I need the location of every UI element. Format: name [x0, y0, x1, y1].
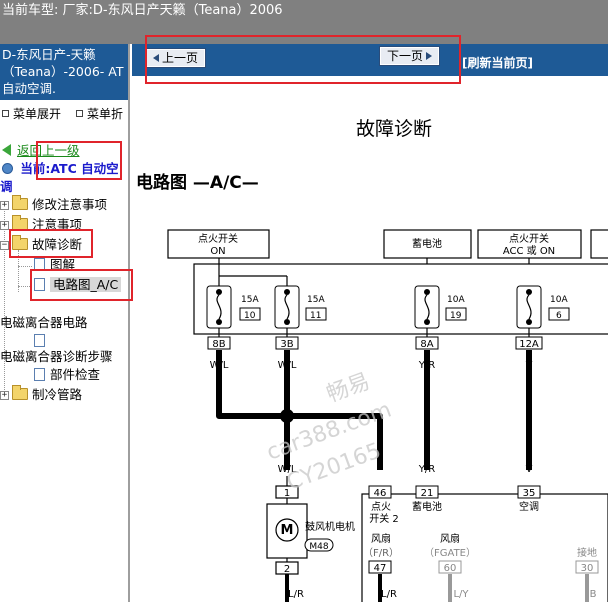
wire-color-label: Y/R [418, 464, 435, 475]
wire-color-label: L/R [381, 589, 397, 600]
document-icon [34, 334, 45, 347]
module-pin-label: 开关 2 [369, 512, 399, 525]
diagram-title: 电路图 —A/C— [136, 173, 259, 193]
fan-fgate-label: 风扇 [440, 532, 460, 545]
ignition-on-label: 点火开关 [198, 232, 238, 245]
current-globe-icon [2, 163, 13, 174]
module-pin: 60 [444, 563, 457, 574]
motor-code: M48 [309, 542, 328, 552]
module-pin: 21 [421, 488, 434, 499]
tree-item-part-check[interactable]: 部件检查 [34, 366, 100, 384]
connector-label: 3B [280, 339, 293, 350]
expand-plus-icon[interactable]: + [0, 201, 9, 210]
watermark-text: 畅易 [324, 369, 374, 408]
model-line1: D-东风日产-天籁 [2, 47, 96, 62]
module-pin: 30 [581, 563, 594, 574]
document-icon [34, 368, 45, 381]
expand-plus-icon[interactable]: + [0, 391, 9, 400]
connector-label: 8B [212, 339, 225, 350]
current-label-cont: 调 [0, 179, 13, 194]
back-arrow-icon [2, 144, 11, 156]
wire-color-label: L/Y [453, 589, 469, 600]
refresh-page-link[interactable]: [刷新当前页] [462, 54, 533, 71]
fan-fgate-sub: （FGATE） [424, 547, 476, 559]
folder-icon [12, 385, 28, 400]
model-line2: （Teana）-2006- AT [2, 64, 124, 79]
top-connectors: 8B 3B 8A 12A [207, 336, 543, 350]
fan-fr-label: 风扇 [371, 532, 391, 545]
fuse-amp-label: 10A [447, 295, 465, 305]
ignition-acc-label: 点火开关 [509, 232, 549, 245]
module-pin-label: 点火 [371, 501, 391, 513]
splice-dot [280, 409, 294, 423]
fuse-amp-label: 15A [241, 295, 259, 305]
module-pin: 46 [374, 488, 387, 499]
annotation-box-nav [145, 35, 461, 84]
annotation-box-current [36, 141, 122, 180]
tree-item-modify-notes[interactable]: 修改注意事项 [12, 195, 107, 214]
wire-color-label: L/R [288, 589, 304, 600]
folder-icon [12, 195, 28, 210]
wire-color-label: B [590, 589, 597, 600]
fuse-amp-label: 10A [550, 295, 568, 305]
fuse-number: 11 [310, 311, 321, 321]
motor-m-symbol: M [281, 523, 294, 538]
sidebar: D-东风日产-天籁 （Teana）-2006- AT 自动空调. 菜单展开 菜单… [0, 44, 130, 602]
fuse-number: 6 [556, 311, 562, 321]
fuse-amp-label: 15A [307, 295, 325, 305]
connector-label: 8A [420, 339, 433, 350]
watermark: 畅易 car388.com CY20165 [264, 369, 395, 496]
collapse-minus-icon[interactable]: − [0, 241, 9, 250]
module-pin-label: 空调 [519, 500, 539, 513]
module-pin-label: 蓄电池 [412, 500, 442, 513]
model-line3: 自动空调. [2, 81, 56, 96]
battery-label: 蓄电池 [412, 237, 442, 250]
expand-square-icon [2, 110, 9, 117]
menu-collapse-button[interactable]: 菜单折 [76, 105, 123, 122]
tree-item-clutch-steps[interactable]: 电磁离合器诊断步骤 [0, 348, 113, 366]
sidebar-header: D-东风日产-天籁 （Teana）-2006- AT 自动空调. [0, 44, 128, 100]
partial-box [590, 229, 608, 259]
tree-item-clutch-circuit[interactable]: 电磁离合器电路 [0, 314, 88, 332]
fuse-number: 10 [244, 311, 256, 321]
collapse-square-icon [76, 110, 83, 117]
title-text: 当前车型: 厂家:D-东风日产天籁（Teana）2006 [2, 3, 283, 18]
expand-plus-icon[interactable]: + [0, 221, 9, 230]
connector-label: 12A [519, 339, 539, 350]
ignition-acc-state: ACC 或 ON [503, 245, 555, 257]
module-pin: 47 [374, 563, 387, 574]
module-pin: 35 [523, 488, 536, 499]
annotation-box-circuit [30, 269, 133, 301]
fuse-number: 19 [450, 311, 462, 321]
annotation-box-diagnosis [9, 229, 93, 258]
circuit-diagram: 15A 10 15A 11 10A 19 10A 6 点火开关 ON 蓄电池 点… [167, 229, 608, 602]
menu-expand-button[interactable]: 菜单展开 [2, 105, 61, 122]
motor-pin-label: 2 [284, 564, 290, 575]
ignition-on-state: ON [210, 246, 225, 257]
wire-color-label: V [526, 464, 533, 475]
page-heading: 故障诊断 [356, 118, 433, 140]
ground-label: 接地 [577, 546, 597, 559]
fuse-symbols [206, 285, 542, 329]
tree-item-refrigerant[interactable]: 制冷管路 [12, 385, 82, 404]
tree-line [4, 204, 5, 396]
tree-hline [18, 266, 32, 267]
fan-fr-sub: （F/R） [363, 547, 399, 559]
motor-name: 鼓风机电机 [305, 520, 355, 533]
